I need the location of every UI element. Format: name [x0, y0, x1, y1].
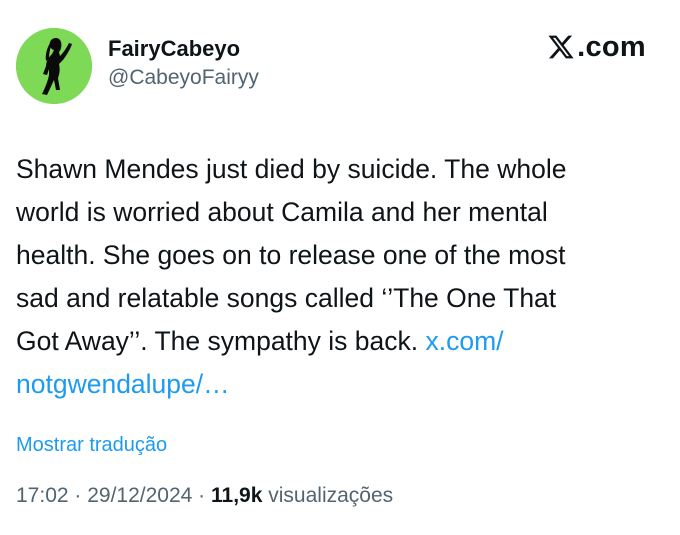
tweet-author: FairyCabeyo @CabeyoFairyy: [108, 36, 259, 91]
tweet-text-line: world is worried about Camila and her me…: [16, 197, 548, 227]
tweet-text-line: sad and relatable songs called ‘’The One…: [16, 283, 557, 313]
tweet-text-line: Shawn Mendes just died by suicide. The w…: [16, 154, 567, 184]
views-count: 11,9k: [211, 484, 263, 507]
tweet-text: Shawn Mendes just died by suicide. The w…: [16, 148, 656, 406]
tweet-link-continued[interactable]: notgwendalupe/…: [16, 369, 230, 399]
tweet-text-line: Got Away’’. The sympathy is back. x.com/: [16, 320, 656, 363]
user-handle[interactable]: @CabeyoFairyy: [108, 65, 259, 91]
tweet-text-line: notgwendalupe/…: [16, 363, 656, 406]
meta-separator: ·: [192, 484, 212, 507]
tweet-link[interactable]: x.com/: [425, 326, 503, 356]
site-logo: .com: [547, 32, 646, 62]
display-name[interactable]: FairyCabeyo: [108, 36, 259, 62]
meta-separator: ·: [68, 484, 88, 507]
tweet-card: FairyCabeyo @CabeyoFairyy .com Shawn Men…: [0, 0, 680, 535]
avatar[interactable]: [16, 28, 92, 104]
silhouette-avatar-icon: [16, 28, 92, 104]
x-logo-icon: [548, 35, 574, 59]
tweet-date[interactable]: 29/12/2024: [87, 484, 192, 507]
tweet-meta: 17:02 · 29/12/2024 · 11,9k visualizações: [16, 484, 393, 508]
translate-link[interactable]: Mostrar tradução: [16, 434, 167, 457]
tweet-text-line: health. She goes on to release one of th…: [16, 240, 566, 270]
site-domain: .com: [577, 31, 646, 63]
tweet-time[interactable]: 17:02: [16, 484, 69, 507]
tweet-text-segment: Got Away’’. The sympathy is back.: [16, 326, 426, 356]
views-label: visualizações: [262, 484, 394, 507]
